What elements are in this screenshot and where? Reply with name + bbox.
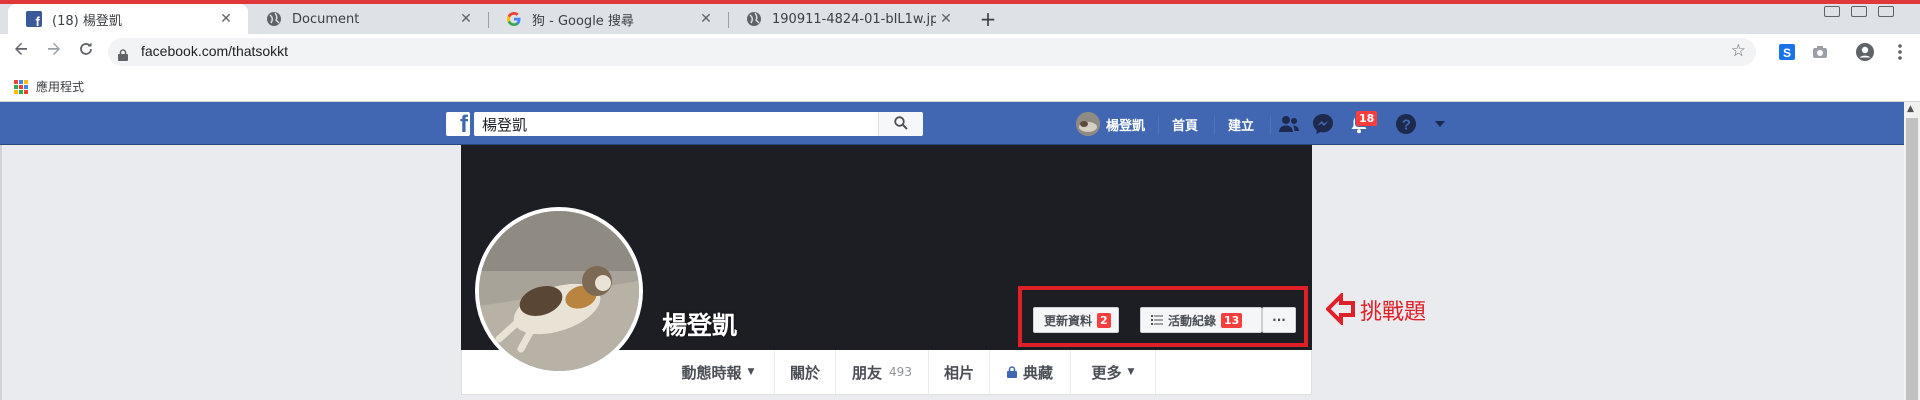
globe-icon bbox=[266, 11, 282, 27]
tab-facebook-profile[interactable]: f (18) 楊登凱 ✕ bbox=[8, 4, 248, 34]
tab-title: 190911-4824-01-bIL1w.jpg (10 bbox=[772, 11, 936, 27]
friends-count: 493 bbox=[889, 365, 912, 379]
search-icon bbox=[894, 115, 908, 134]
back-arrow-icon[interactable] bbox=[9, 40, 33, 64]
close-tab-icon[interactable]: ✕ bbox=[936, 11, 956, 27]
account-icon[interactable] bbox=[1855, 42, 1875, 62]
browser-tab-strip: f (18) 楊登凱 ✕ Document ✕ 狗 - Google 搜尋 ✕ … bbox=[0, 0, 1920, 34]
help-icon[interactable]: ? bbox=[1394, 112, 1418, 136]
apps-shortcut[interactable]: 應用程式 bbox=[14, 78, 84, 95]
svg-text:S: S bbox=[1783, 46, 1791, 60]
tab-title: Document bbox=[292, 11, 360, 27]
tab-title: (18) 楊登凱 bbox=[52, 13, 122, 29]
nav-separator bbox=[1158, 116, 1159, 134]
tab-timeline-label: 動態時報 bbox=[681, 363, 742, 382]
tab-document[interactable]: Document ✕ bbox=[248, 4, 488, 34]
scroll-up-arrow-icon[interactable]: ▲ bbox=[1907, 104, 1914, 114]
tab-google-search[interactable]: 狗 - Google 搜尋 ✕ bbox=[488, 4, 728, 34]
tab-photos[interactable]: 相片 bbox=[929, 350, 989, 394]
tab-friends[interactable]: 朋友 493 bbox=[836, 350, 928, 394]
caret-down-icon: ▼ bbox=[747, 367, 755, 377]
svg-text:f: f bbox=[36, 14, 41, 27]
close-tab-icon[interactable]: ✕ bbox=[696, 11, 716, 27]
page-left-edge bbox=[0, 145, 2, 400]
nav-separator bbox=[1270, 116, 1271, 134]
caret-down-icon: ▼ bbox=[1127, 367, 1135, 377]
facebook-top-bar: f 楊登凱 首頁 建立 18 ? bbox=[0, 102, 1904, 145]
profile-picture[interactable] bbox=[475, 207, 643, 375]
svg-text:?: ? bbox=[1402, 117, 1411, 134]
close-window-icon[interactable] bbox=[1878, 6, 1894, 17]
tab-friends-label: 朋友 bbox=[852, 363, 883, 382]
apps-grid-icon bbox=[14, 79, 28, 94]
address-bar[interactable]: facebook.com/thatsokkt ☆ bbox=[108, 38, 1756, 66]
tab-image-file[interactable]: 190911-4824-01-bIL1w.jpg (10 ✕ bbox=[728, 4, 968, 34]
profile-name[interactable]: 楊登凱 bbox=[662, 306, 737, 342]
nav-profile-avatar[interactable] bbox=[1076, 112, 1100, 136]
nav-separator bbox=[1214, 116, 1215, 134]
close-tab-icon[interactable]: ✕ bbox=[456, 11, 476, 27]
tab-about-label: 關於 bbox=[789, 363, 820, 382]
restore-window-icon[interactable] bbox=[1851, 6, 1867, 17]
forward-arrow-icon[interactable] bbox=[42, 40, 66, 64]
facebook-favicon-icon: f bbox=[26, 11, 42, 27]
notification-count-badge: 18 bbox=[1355, 110, 1379, 127]
bookmarks-bar: 應用程式 bbox=[0, 70, 1920, 102]
messenger-icon[interactable] bbox=[1311, 112, 1335, 136]
reload-icon[interactable] bbox=[74, 40, 98, 64]
url-text: facebook.com/thatsokkt bbox=[141, 43, 289, 59]
tab-more-label: 更多 bbox=[1091, 363, 1122, 382]
search-button[interactable] bbox=[878, 112, 923, 136]
nav-home-link[interactable]: 首頁 bbox=[1172, 115, 1198, 134]
tab-more[interactable]: 更多 ▼ bbox=[1071, 350, 1155, 394]
apps-label: 應用程式 bbox=[36, 80, 85, 94]
nav-profile-name[interactable]: 楊登凱 bbox=[1106, 115, 1145, 134]
friend-requests-icon[interactable] bbox=[1277, 112, 1301, 136]
nav-separator bbox=[1155, 350, 1156, 394]
minimize-window-icon[interactable] bbox=[1824, 6, 1840, 17]
annotation-highlight-box bbox=[1018, 286, 1308, 347]
search-input[interactable] bbox=[474, 112, 922, 136]
browser-menu-icon[interactable] bbox=[1890, 42, 1910, 62]
annotation-label: 挑戰題 bbox=[1360, 300, 1427, 325]
tab-archive[interactable]: 典藏 bbox=[990, 350, 1070, 394]
browser-toolbar: facebook.com/thatsokkt ☆ S bbox=[0, 34, 1920, 70]
new-tab-button[interactable]: + bbox=[976, 8, 1000, 32]
scrollbar-thumb[interactable] bbox=[1906, 118, 1918, 400]
tab-archive-label: 典藏 bbox=[1022, 363, 1053, 382]
tab-title: 狗 - Google 搜尋 bbox=[532, 13, 634, 29]
lock-icon bbox=[1006, 366, 1017, 378]
globe-icon bbox=[746, 11, 762, 27]
left-arrow-icon bbox=[1325, 291, 1356, 329]
google-icon bbox=[506, 11, 522, 27]
account-dropdown-caret-icon[interactable] bbox=[1428, 112, 1452, 136]
lock-icon bbox=[118, 46, 128, 65]
close-tab-icon[interactable]: ✕ bbox=[216, 11, 236, 27]
extension-s-icon[interactable]: S bbox=[1777, 42, 1797, 62]
bookmark-star-icon[interactable]: ☆ bbox=[1731, 41, 1746, 61]
tab-photos-label: 相片 bbox=[943, 363, 974, 382]
nav-create-link[interactable]: 建立 bbox=[1228, 115, 1254, 134]
tab-timeline[interactable]: 動態時報 ▼ bbox=[662, 350, 774, 394]
facebook-logo-icon[interactable]: f bbox=[446, 111, 470, 138]
camera-icon[interactable] bbox=[1810, 42, 1830, 62]
tab-about[interactable]: 關於 bbox=[775, 350, 835, 394]
